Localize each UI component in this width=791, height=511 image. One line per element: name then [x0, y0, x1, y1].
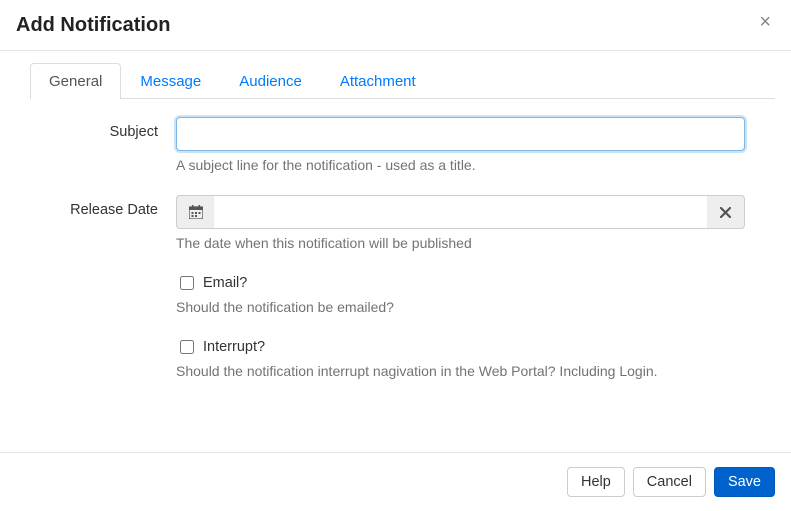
help-button[interactable]: Help: [567, 467, 625, 497]
interrupt-checkbox[interactable]: [180, 340, 194, 354]
modal-title: Add Notification: [16, 12, 170, 38]
row-email: Email? Should the notification be emaile…: [16, 273, 745, 315]
help-subject: A subject line for the notification - us…: [176, 157, 745, 173]
tab-message[interactable]: Message: [121, 63, 220, 99]
modal-header: Add Notification ×: [0, 0, 791, 51]
calendar-addon[interactable]: [176, 195, 214, 229]
control-release-date: The date when this notification will be …: [176, 195, 745, 251]
email-check-row: Email?: [176, 273, 745, 293]
label-interrupt[interactable]: Interrupt?: [203, 339, 265, 355]
tab-audience[interactable]: Audience: [220, 63, 321, 99]
tab-attachment[interactable]: Attachment: [321, 63, 435, 99]
clear-icon: [720, 207, 731, 218]
row-subject: Subject A subject line for the notificat…: [16, 117, 745, 173]
modal-footer: Help Cancel Save: [0, 452, 791, 511]
release-date-group: [176, 195, 745, 229]
close-button[interactable]: ×: [755, 12, 775, 32]
control-interrupt: Interrupt? Should the notification inter…: [176, 337, 745, 379]
row-interrupt: Interrupt? Should the notification inter…: [16, 337, 745, 379]
cancel-button[interactable]: Cancel: [633, 467, 706, 497]
save-button[interactable]: Save: [714, 467, 775, 497]
email-checkbox[interactable]: [180, 276, 194, 290]
label-interrupt-spacer: [16, 337, 176, 344]
control-email: Email? Should the notification be emaile…: [176, 273, 745, 315]
help-interrupt: Should the notification interrupt nagiva…: [176, 363, 745, 379]
help-release-date: The date when this notification will be …: [176, 235, 745, 251]
interrupt-check-row: Interrupt?: [176, 337, 745, 357]
control-subject: A subject line for the notification - us…: [176, 117, 745, 173]
calendar-icon: [189, 205, 203, 219]
row-release-date: Release Date: [16, 195, 745, 251]
release-date-input[interactable]: [214, 195, 707, 229]
label-release-date: Release Date: [16, 195, 176, 218]
close-icon: ×: [759, 11, 771, 33]
label-subject: Subject: [16, 117, 176, 140]
tab-bar: General Message Audience Attachment: [30, 63, 775, 99]
form-area: Subject A subject line for the notificat…: [16, 99, 775, 411]
tab-general[interactable]: General: [30, 63, 121, 99]
modal-body: General Message Audience Attachment Subj…: [0, 51, 791, 411]
label-email[interactable]: Email?: [203, 275, 247, 291]
subject-input[interactable]: [176, 117, 745, 151]
help-email: Should the notification be emailed?: [176, 299, 745, 315]
clear-date-button[interactable]: [707, 195, 745, 229]
label-email-spacer: [16, 273, 176, 280]
